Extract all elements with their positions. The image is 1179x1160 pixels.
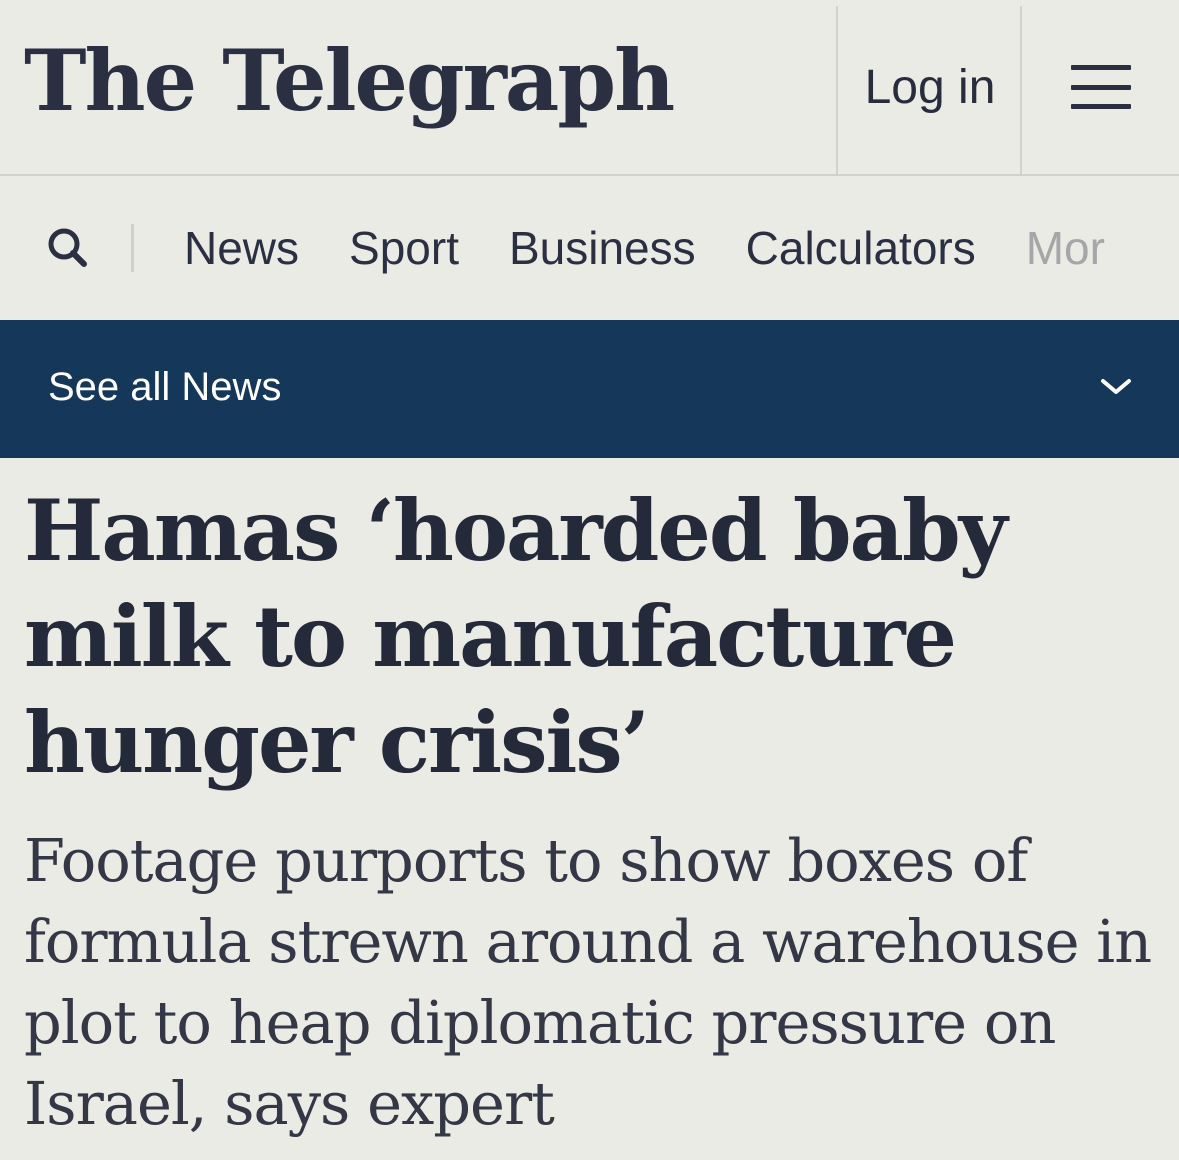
see-all-news-bar[interactable]: See all News bbox=[0, 320, 1179, 458]
article-standfirst: Footage purports to show boxes of formul… bbox=[24, 826, 1152, 1138]
nav-item-more[interactable]: Mor bbox=[1026, 221, 1105, 275]
primary-nav: News Sport Business Calculators Mor bbox=[0, 176, 1179, 320]
nav-item-calculators[interactable]: Calculators bbox=[746, 221, 976, 275]
nav-item-sport[interactable]: Sport bbox=[349, 221, 459, 275]
telegraph-logo[interactable]: The Telegraph bbox=[24, 26, 675, 136]
nav-items: News Sport Business Calculators Mor bbox=[184, 176, 1179, 320]
menu-button[interactable] bbox=[1022, 0, 1179, 174]
chevron-down-icon bbox=[1101, 379, 1131, 394]
hamburger-menu-icon bbox=[1070, 65, 1131, 109]
see-all-news-label: See all News bbox=[48, 365, 282, 409]
nav-divider bbox=[131, 224, 134, 272]
search-icon[interactable] bbox=[40, 220, 96, 276]
nav-item-news[interactable]: News bbox=[184, 221, 299, 275]
site-header: The Telegraph Log in bbox=[0, 0, 1179, 176]
nav-item-business[interactable]: Business bbox=[509, 221, 696, 275]
login-button[interactable]: Log in bbox=[838, 0, 1022, 174]
article-headline: Hamas ‘hoarded baby milk to manufacture … bbox=[24, 481, 1008, 792]
